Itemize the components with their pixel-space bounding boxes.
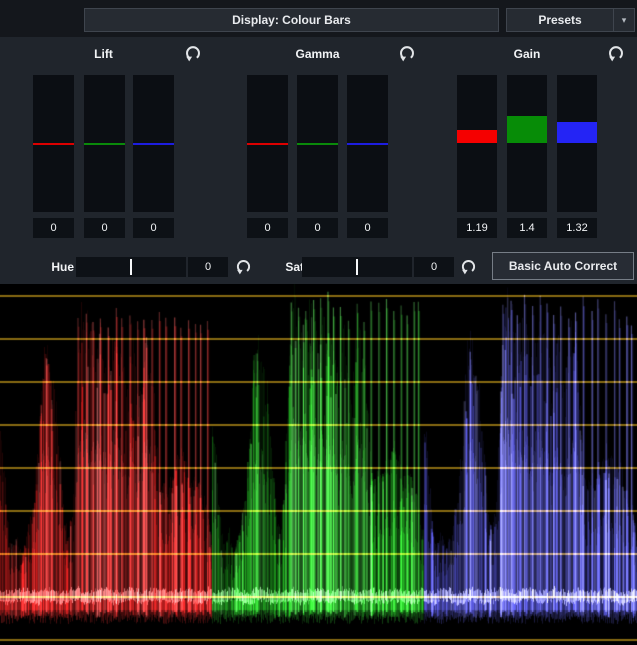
lift-red-fill [33,143,74,145]
lift-green-slider[interactable] [84,75,125,212]
basic-auto-correct-label: Basic Auto Correct [509,259,617,273]
gain-green-fill [507,116,547,143]
gain-green-value[interactable]: 1.4 [507,218,547,238]
hue-reset-icon[interactable] [235,258,252,275]
display-mode-button[interactable]: Display: Colour Bars [84,8,499,32]
gain-red-slider[interactable] [457,75,497,212]
lift-red-slider[interactable] [33,75,74,212]
lift-green-fill [84,143,125,145]
gain-blue-slider[interactable] [557,75,597,212]
hue-label: Hue [44,259,74,275]
lift-blue-value[interactable]: 0 [133,218,174,238]
gamma-red-fill [247,143,288,145]
sat-label: Sat [276,259,304,275]
control-panel: Display: Colour Bars Presets ▾ Lift 0 0 … [0,0,637,284]
gain-blue-value[interactable]: 1.32 [557,218,597,238]
chevron-down-icon[interactable]: ▾ [614,15,634,26]
lift-section-title: Lift [33,46,174,62]
gamma-blue-fill [347,143,388,145]
lift-blue-fill [133,143,174,145]
gamma-blue-value[interactable]: 0 [347,218,388,238]
sat-reset-icon[interactable] [460,258,477,275]
gain-red-value[interactable]: 1.19 [457,218,497,238]
lift-green-value[interactable]: 0 [84,218,125,238]
gamma-green-fill [297,143,338,145]
rgb-parade-waveform-scope [0,284,637,645]
gamma-green-slider[interactable] [297,75,338,212]
gamma-red-slider[interactable] [247,75,288,212]
hue-slider[interactable] [76,257,186,277]
gain-red-fill [457,130,497,143]
lift-blue-slider[interactable] [133,75,174,212]
lift-reset-icon[interactable] [184,44,202,62]
hue-slider-handle[interactable] [130,259,132,275]
gain-blue-fill [557,122,597,144]
presets-button[interactable]: Presets ▾ [506,8,635,32]
gamma-green-value[interactable]: 0 [297,218,338,238]
basic-auto-correct-button[interactable]: Basic Auto Correct [492,252,634,280]
colour-correction-panel: Display: Colour Bars Presets ▾ Lift 0 0 … [0,0,637,645]
gamma-section-title: Gamma [247,46,388,62]
sat-slider[interactable] [302,257,412,277]
gamma-blue-slider[interactable] [347,75,388,212]
sat-slider-handle[interactable] [356,259,358,275]
gain-reset-icon[interactable] [607,44,625,62]
gain-section-title: Gain [457,46,597,62]
presets-label: Presets [507,13,613,27]
gamma-red-value[interactable]: 0 [247,218,288,238]
display-mode-label: Display: Colour Bars [232,13,351,27]
hue-value[interactable]: 0 [188,257,228,277]
gain-green-slider[interactable] [507,75,547,212]
gamma-reset-icon[interactable] [398,44,416,62]
lift-red-value[interactable]: 0 [33,218,74,238]
sat-value[interactable]: 0 [414,257,454,277]
